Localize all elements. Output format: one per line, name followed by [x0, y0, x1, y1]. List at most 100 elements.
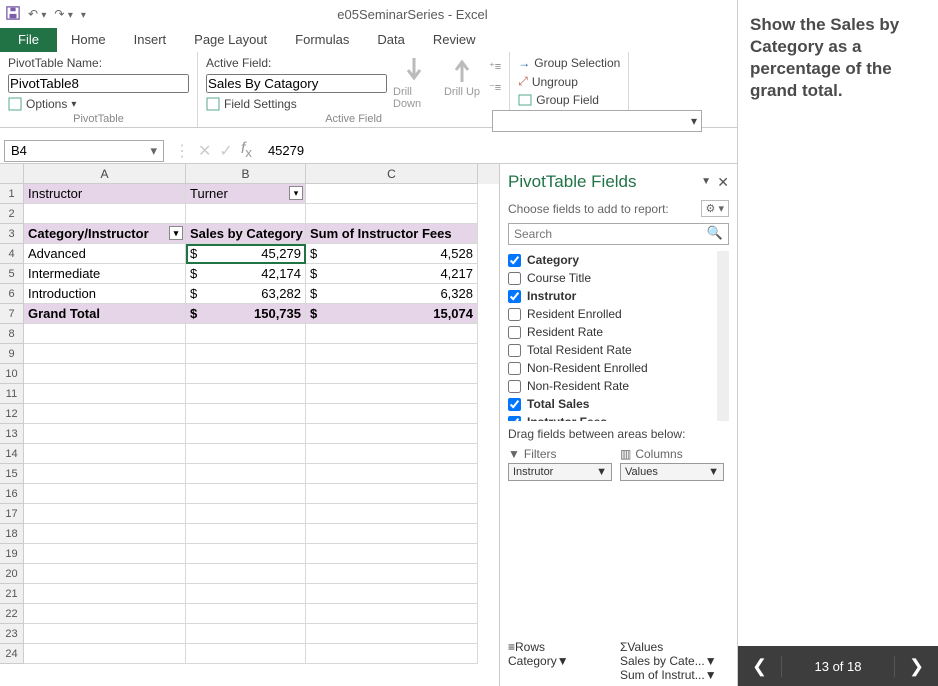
columns-item[interactable]: Values▼: [620, 463, 724, 481]
expand-field-icon[interactable]: ⁺≡: [489, 60, 501, 73]
drill-up-button[interactable]: Drill Up: [441, 56, 483, 98]
cell[interactable]: [306, 384, 478, 404]
cell[interactable]: $6,328: [306, 284, 478, 304]
cell[interactable]: Sum of Instructor Fees: [306, 224, 478, 244]
cell[interactable]: [306, 564, 478, 584]
cell[interactable]: [24, 204, 186, 224]
cell[interactable]: [186, 604, 306, 624]
field-item[interactable]: Total Sales: [508, 395, 713, 413]
row-header[interactable]: 9: [0, 344, 24, 364]
slicer-dropdown[interactable]: ▾: [492, 110, 702, 132]
cell[interactable]: [186, 464, 306, 484]
cell[interactable]: [24, 344, 186, 364]
row-header[interactable]: 6: [0, 284, 24, 304]
cell[interactable]: [306, 464, 478, 484]
field-checkbox[interactable]: [508, 380, 521, 393]
ungroup-button[interactable]: ⤢ Ungroup: [518, 74, 620, 89]
cell[interactable]: Advanced: [24, 244, 186, 264]
worksheet[interactable]: A B C 1InstructorTurner▾23Category/Instr…: [0, 164, 499, 686]
cell[interactable]: [306, 504, 478, 524]
cell[interactable]: [186, 384, 306, 404]
values-area[interactable]: ΣValues Sales by Cate...▼ Sum of Instrut…: [620, 640, 724, 682]
cell[interactable]: [186, 444, 306, 464]
group-field-button[interactable]: Group Field: [518, 93, 620, 107]
cell[interactable]: [24, 364, 186, 384]
cell[interactable]: Intermediate: [24, 264, 186, 284]
cell[interactable]: [186, 544, 306, 564]
cell[interactable]: [306, 624, 478, 644]
cell[interactable]: [24, 404, 186, 424]
field-checkbox[interactable]: [508, 254, 521, 267]
cell[interactable]: [306, 364, 478, 384]
cell[interactable]: [24, 524, 186, 544]
row-header[interactable]: 14: [0, 444, 24, 464]
cell[interactable]: $4,528: [306, 244, 478, 264]
search-icon[interactable]: 🔍: [707, 225, 723, 241]
cell[interactable]: Instructor: [24, 184, 186, 204]
cell[interactable]: $63,282: [186, 284, 306, 304]
cell[interactable]: $4,217: [306, 264, 478, 284]
cell[interactable]: [306, 444, 478, 464]
qat-customize-icon[interactable]: ▾: [81, 7, 86, 21]
cell[interactable]: [24, 544, 186, 564]
row-header[interactable]: 7: [0, 304, 24, 324]
row-header[interactable]: 8: [0, 324, 24, 344]
field-checkbox[interactable]: [508, 362, 521, 375]
filter-dropdown-icon[interactable]: ▾: [289, 186, 303, 200]
cell[interactable]: [24, 604, 186, 624]
cell[interactable]: [24, 324, 186, 344]
collapse-field-icon[interactable]: ⁻≡: [489, 81, 501, 94]
cell[interactable]: [186, 504, 306, 524]
col-header-c[interactable]: C: [306, 164, 478, 184]
field-item[interactable]: Category: [508, 251, 713, 269]
cell[interactable]: [186, 624, 306, 644]
field-checkbox[interactable]: [508, 344, 521, 357]
field-search-input[interactable]: [508, 223, 729, 245]
rows-item[interactable]: Category▼: [508, 654, 612, 668]
pivottable-options-button[interactable]: Options ▾: [8, 97, 189, 111]
tab-insert[interactable]: Insert: [120, 28, 181, 52]
cell[interactable]: [24, 564, 186, 584]
cell[interactable]: [306, 324, 478, 344]
drill-down-button[interactable]: Drill Down: [393, 56, 435, 110]
row-header[interactable]: 16: [0, 484, 24, 504]
row-header[interactable]: 23: [0, 624, 24, 644]
row-header[interactable]: 21: [0, 584, 24, 604]
cell[interactable]: $15,074: [306, 304, 478, 324]
panel-options-icon[interactable]: ▼: [701, 176, 711, 187]
row-header[interactable]: 2: [0, 204, 24, 224]
field-settings-button[interactable]: Field Settings: [206, 97, 387, 111]
cell[interactable]: [186, 404, 306, 424]
enter-icon[interactable]: ✓: [219, 141, 232, 161]
row-header[interactable]: 3: [0, 224, 24, 244]
cell[interactable]: Introduction: [24, 284, 186, 304]
save-icon[interactable]: [6, 6, 20, 23]
cell[interactable]: [186, 484, 306, 504]
cell[interactable]: [306, 544, 478, 564]
row-header[interactable]: 1: [0, 184, 24, 204]
row-header[interactable]: 22: [0, 604, 24, 624]
row-header[interactable]: 10: [0, 364, 24, 384]
cell[interactable]: [306, 604, 478, 624]
cell[interactable]: [24, 424, 186, 444]
cell[interactable]: $45,279: [186, 244, 306, 264]
field-checkbox[interactable]: [508, 290, 521, 303]
row-header[interactable]: 18: [0, 524, 24, 544]
row-header[interactable]: 13: [0, 424, 24, 444]
row-header[interactable]: 24: [0, 644, 24, 664]
cell[interactable]: [186, 644, 306, 664]
tab-formulas[interactable]: Formulas: [281, 28, 363, 52]
cell[interactable]: [306, 484, 478, 504]
cell[interactable]: [186, 364, 306, 384]
cell[interactable]: [24, 644, 186, 664]
prev-button[interactable]: ❮: [738, 656, 782, 677]
cell[interactable]: [186, 344, 306, 364]
row-header[interactable]: 11: [0, 384, 24, 404]
col-header-a[interactable]: A: [24, 164, 186, 184]
row-header[interactable]: 4: [0, 244, 24, 264]
cell[interactable]: [24, 384, 186, 404]
cell[interactable]: [306, 204, 478, 224]
redo-icon[interactable]: ↷ ▾: [54, 7, 72, 21]
cell[interactable]: [306, 584, 478, 604]
values-item-2[interactable]: Sum of Instrut...▼: [620, 668, 724, 682]
